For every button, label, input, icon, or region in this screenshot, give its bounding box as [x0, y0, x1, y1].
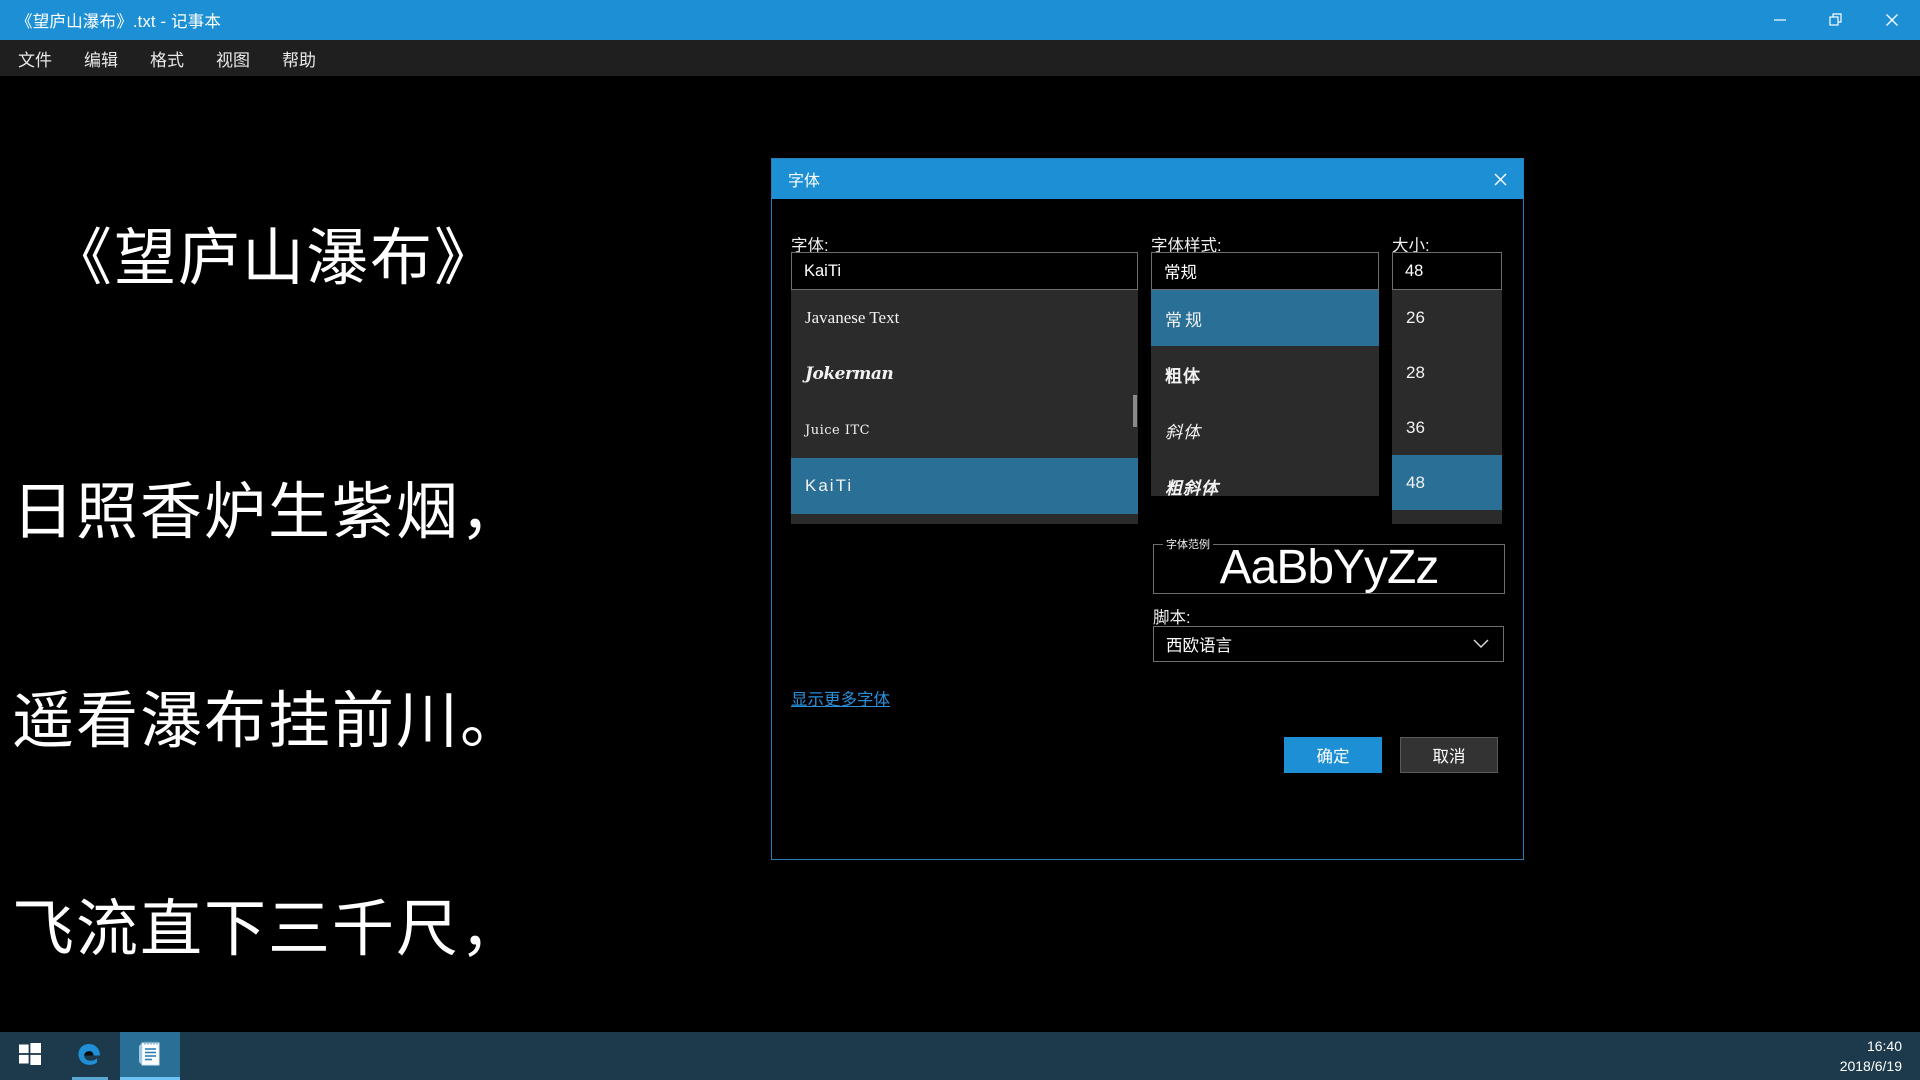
menu-format[interactable]: 格式: [136, 42, 198, 75]
taskbar-clock[interactable]: 16:40 2018/6/19: [1840, 1036, 1920, 1077]
font-list-item[interactable]: Jokerman: [791, 346, 1138, 402]
font-style-listbox[interactable]: 常规 粗体 斜体 粗斜体: [1151, 290, 1379, 496]
close-button[interactable]: [1864, 0, 1920, 40]
restore-button[interactable]: [1808, 0, 1864, 40]
menu-bar: 文件 编辑 格式 视图 帮助: [0, 40, 1920, 76]
style-list-item[interactable]: 粗体: [1151, 346, 1379, 402]
edge-icon: [75, 1039, 105, 1074]
notepad-icon: [135, 1039, 165, 1074]
script-dropdown[interactable]: 西欧语言: [1153, 626, 1504, 662]
taskbar-notepad-button[interactable]: [120, 1032, 180, 1080]
style-list-item-selected[interactable]: 常规: [1151, 290, 1379, 346]
minimize-button[interactable]: [1752, 0, 1808, 40]
window-controls: [1752, 0, 1920, 40]
taskbar-edge-button[interactable]: [60, 1032, 120, 1080]
font-style-input[interactable]: 常规: [1151, 252, 1379, 290]
font-listbox[interactable]: Javanese Text Jokerman Juice ITC KaiTi: [791, 290, 1138, 524]
style-list-item[interactable]: 斜体: [1151, 402, 1379, 458]
font-dialog-title: 字体: [788, 173, 821, 190]
script-label: 脚本:: [1153, 609, 1191, 627]
notepad-titlebar: 《望庐山瀑布》.txt - 记事本: [0, 0, 1920, 40]
font-dialog-body: 字体: KaiTi Javanese Text Jokerman Juice I…: [772, 199, 1523, 859]
font-list-item-selected[interactable]: KaiTi: [791, 458, 1138, 514]
font-dialog: 字体 字体: KaiTi Javanese Text Jokerman Juic…: [771, 158, 1524, 860]
size-list-item[interactable]: 26: [1392, 290, 1502, 345]
font-dialog-titlebar: 字体: [772, 159, 1523, 199]
font-list-scrollbar[interactable]: [1133, 395, 1137, 427]
menu-edit[interactable]: 编辑: [70, 42, 132, 75]
start-button[interactable]: [0, 1032, 60, 1080]
clock-time: 16:40: [1866, 1037, 1902, 1054]
font-size-listbox[interactable]: 26 28 36 48: [1392, 290, 1502, 524]
taskbar: 16:40 2018/6/19: [0, 1032, 1920, 1080]
size-list-item[interactable]: 28: [1392, 345, 1502, 400]
font-sample-text: AaBbYyZz: [1219, 544, 1440, 594]
menu-view[interactable]: 视图: [202, 42, 264, 75]
font-size-input[interactable]: 48: [1392, 252, 1502, 290]
menu-file[interactable]: 文件: [4, 42, 66, 75]
ok-button[interactable]: 确定: [1284, 737, 1382, 773]
chevron-down-icon: [1473, 635, 1489, 654]
poem-line-3: 飞流直下三千尺，: [12, 895, 525, 964]
menu-help[interactable]: 帮助: [268, 42, 330, 75]
windows-logo-icon: [18, 1042, 42, 1071]
desktop: 《望庐山瀑布》.txt - 记事本 文件 编辑 格式 视图 帮助 《望庐山瀑布》…: [0, 0, 1920, 1080]
show-more-fonts-link[interactable]: 显示更多字体: [791, 686, 890, 710]
clock-date: 2018/6/19: [1839, 1058, 1902, 1074]
font-input[interactable]: KaiTi: [791, 252, 1138, 290]
dialog-close-icon[interactable]: [1477, 159, 1523, 199]
font-sample-group: AaBbYyZz 字体范例: [1153, 536, 1505, 598]
font-list-item[interactable]: Juice ITC: [791, 402, 1138, 458]
font-sample-legend: 字体范例: [1163, 536, 1213, 552]
script-dropdown-value: 西欧语言: [1166, 637, 1232, 655]
cancel-button[interactable]: 取消: [1400, 737, 1498, 773]
font-list-item[interactable]: Javanese Text: [791, 290, 1138, 346]
style-list-item[interactable]: 粗斜体: [1151, 458, 1379, 497]
window-title: 《望庐山瀑布》.txt - 记事本: [16, 13, 222, 31]
size-list-item-selected[interactable]: 48: [1392, 455, 1502, 510]
size-list-item[interactable]: 36: [1392, 400, 1502, 455]
